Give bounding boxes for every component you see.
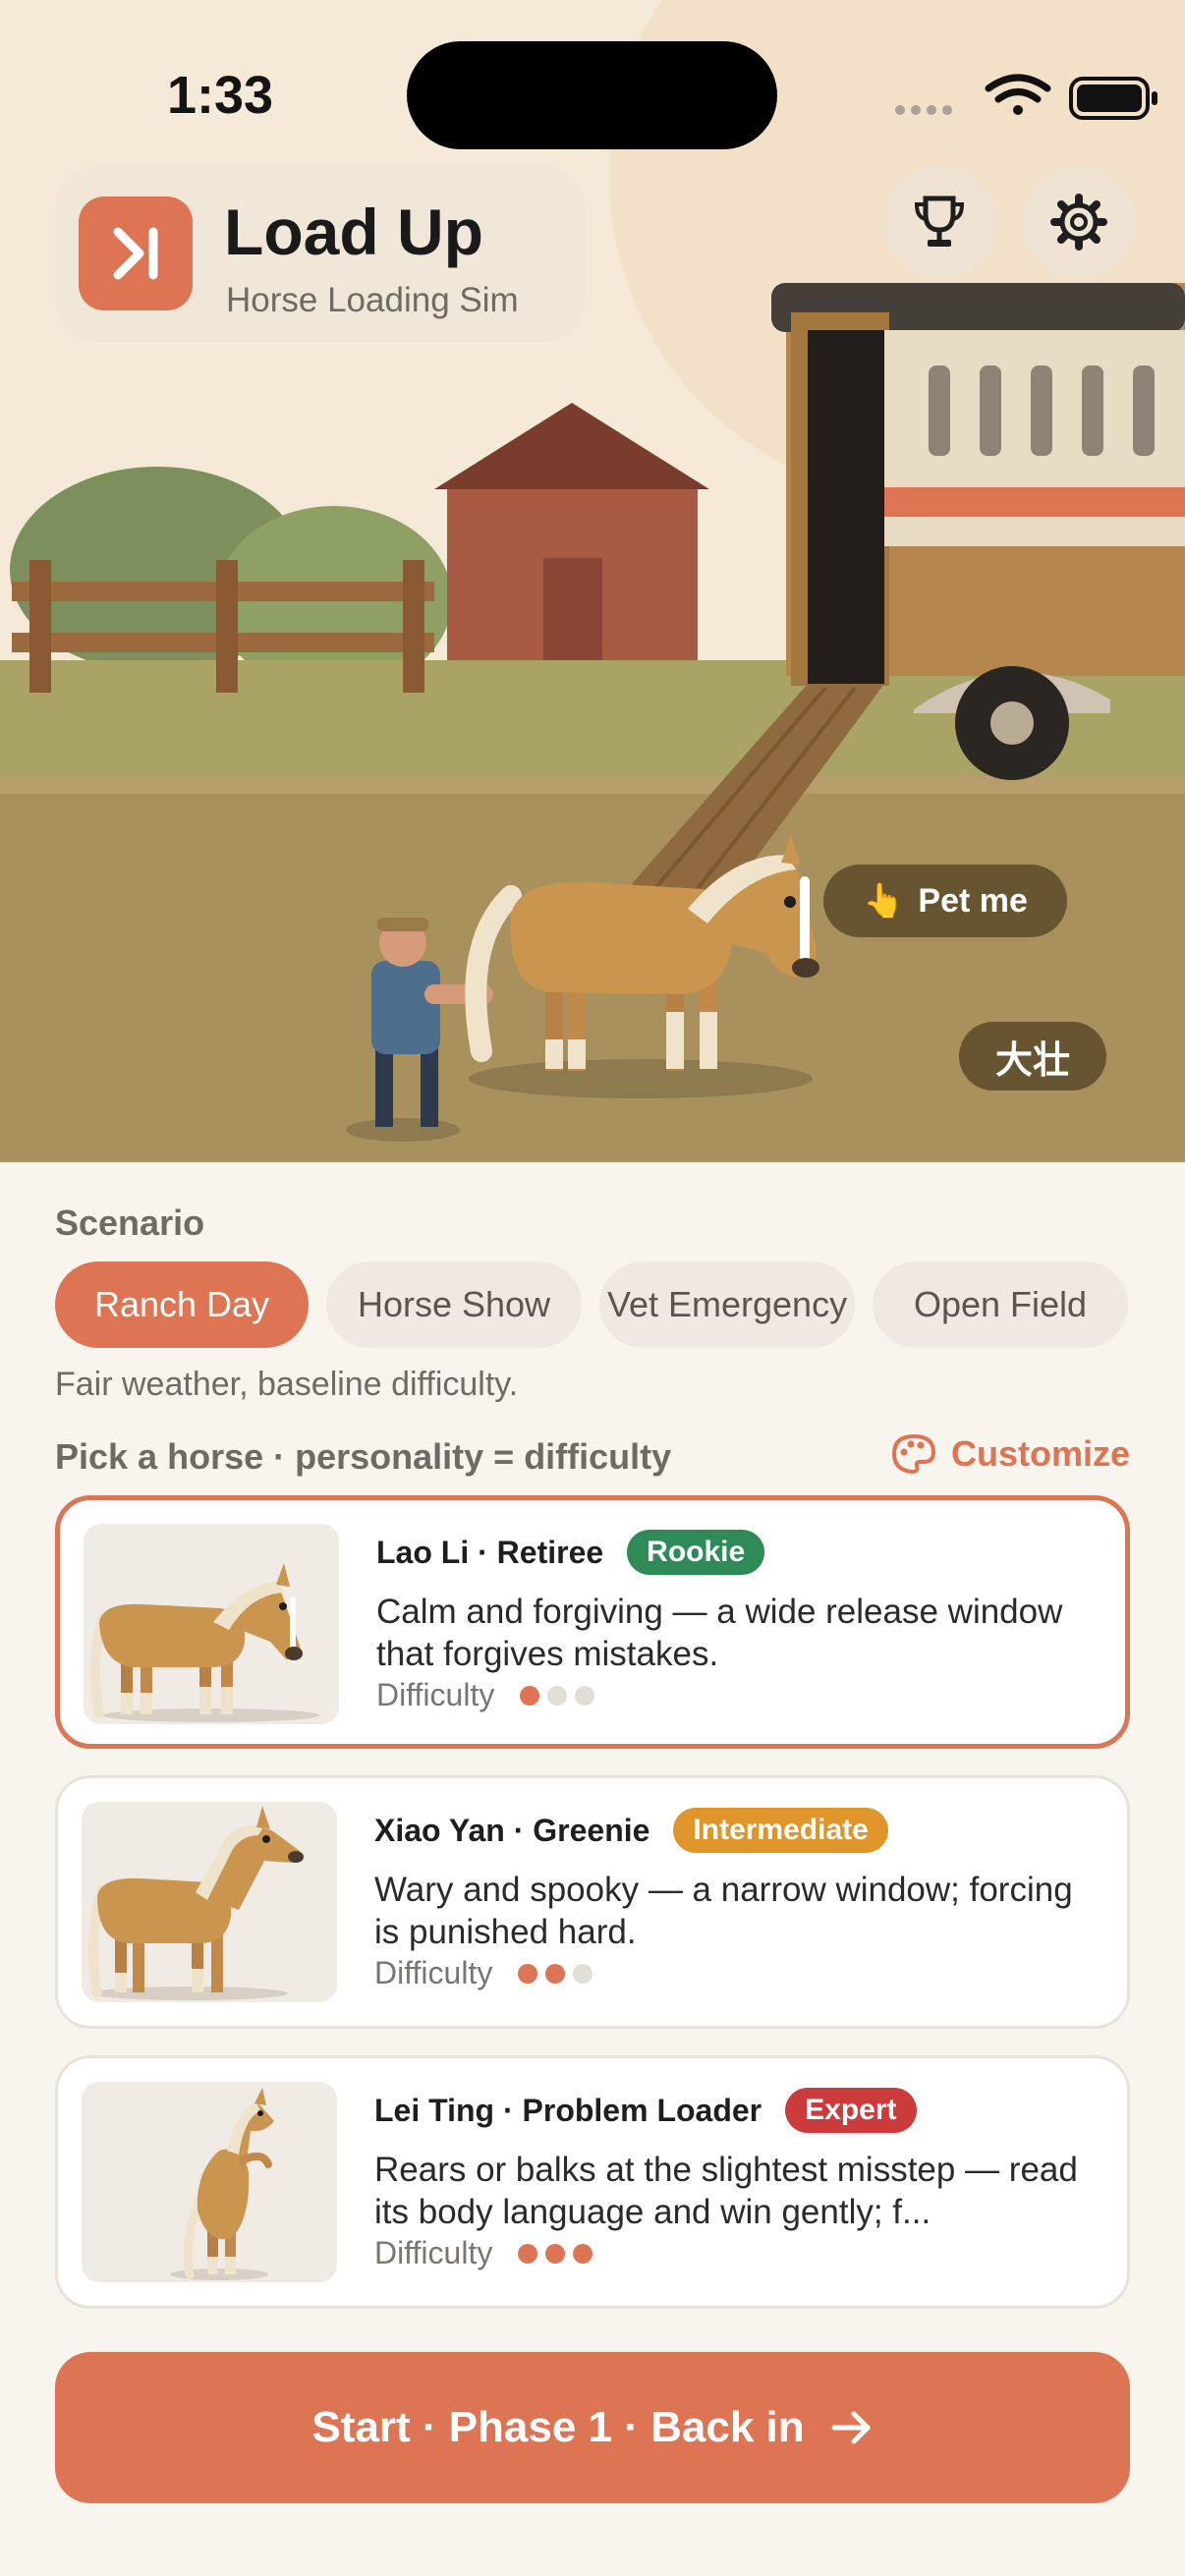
horse-description: Wary and spooky — a narrow window; forci…: [374, 1871, 1073, 1951]
difficulty-dot: [518, 1963, 538, 1984]
scenario-description: Fair weather, baseline difficulty.: [55, 1366, 519, 1403]
skip-forward-icon: [79, 196, 193, 310]
difficulty-dot: [547, 1685, 568, 1706]
difficulty-label: Difficulty: [374, 2235, 493, 2270]
horse-name: Lei Ting · Problem Loader: [374, 2092, 762, 2128]
status-time: 1:33: [167, 66, 274, 125]
difficulty-label: Difficulty: [376, 1677, 495, 1712]
trophy-button[interactable]: [882, 165, 996, 279]
horse-card-xiao-yan[interactable]: Xiao Yan · Greenie Intermediate Wary and…: [55, 1775, 1130, 2029]
level-badge: Intermediate: [673, 1808, 888, 1853]
horse-picker-label: Pick a horse · personality = difficulty: [55, 1436, 672, 1477]
settings-button[interactable]: [1022, 165, 1136, 279]
horse-name-tag: 大壮: [959, 1022, 1106, 1091]
horse-card-lao-li[interactable]: Lao Li · Retiree Rookie Calm and forgivi…: [55, 1495, 1130, 1749]
pet-me-button[interactable]: 👆 Pet me: [823, 865, 1067, 937]
difficulty-dot: [518, 2243, 538, 2264]
difficulty-dot: [520, 1685, 540, 1706]
palette-icon: [891, 1433, 935, 1475]
customize-label: Customize: [950, 1433, 1130, 1474]
wifi-icon: [985, 74, 1051, 115]
gear-icon: [1050, 194, 1107, 251]
pet-me-label: Pet me: [918, 881, 1028, 920]
trophy-icon: [914, 196, 965, 247]
customize-button[interactable]: Customize: [890, 1432, 1130, 1476]
scenario-selector: Ranch Day Horse Show Vet Emergency Open …: [55, 1261, 1130, 1348]
level-badge: Expert: [785, 2088, 917, 2133]
pointing-hand-icon: 👆: [863, 882, 905, 920]
horse-description: Rears or balks at the slightest misstep …: [374, 2151, 1078, 2231]
horse-name: Xiao Yan · Greenie: [374, 1812, 650, 1848]
scenario-label: Scenario: [55, 1203, 205, 1243]
battery-icon: [1069, 77, 1157, 120]
horse-name: Lao Li · Retiree: [376, 1534, 604, 1570]
scenario-chip-open-field[interactable]: Open Field: [873, 1261, 1128, 1348]
start-button[interactable]: Start · Phase 1 · Back in: [55, 2352, 1130, 2503]
start-button-label: Start · Phase 1 · Back in: [311, 2403, 805, 2451]
difficulty-dot: [545, 2243, 566, 2264]
difficulty-rating: Difficulty: [376, 1677, 595, 1713]
scenario-chip-ranch-day[interactable]: Ranch Day: [55, 1261, 309, 1348]
difficulty-dot: [545, 1963, 566, 1984]
scenario-chip-horse-show[interactable]: Horse Show: [326, 1261, 582, 1348]
level-badge: Rookie: [627, 1530, 765, 1575]
horse-card-lei-ting[interactable]: Lei Ting · Problem Loader Expert Rears o…: [55, 2055, 1130, 2309]
hero-scene[interactable]: 1:33 Load Up Horse Loading Sim 👆 Pet me …: [0, 0, 1185, 1162]
arrow-right-icon: [831, 2411, 871, 2444]
difficulty-rating: Difficulty: [374, 1955, 593, 1991]
horse-thumbnail: [82, 2082, 337, 2282]
horse-description: Calm and forgiving — a wide release wind…: [376, 1593, 1063, 1673]
horse-thumbnail: [84, 1524, 339, 1724]
difficulty-label: Difficulty: [374, 1955, 493, 1990]
app-brand: Load Up Horse Loading Sim: [55, 165, 586, 342]
difficulty-dot: [573, 2243, 593, 2264]
signal-icon: [895, 105, 952, 115]
difficulty-rating: Difficulty: [374, 2235, 593, 2271]
app-subtitle: Horse Loading Sim: [226, 281, 519, 319]
difficulty-dot: [573, 1963, 593, 1984]
status-icons: [895, 74, 1157, 120]
difficulty-dot: [575, 1685, 595, 1706]
dynamic-island: [407, 41, 777, 149]
scenario-chip-vet-emergency[interactable]: Vet Emergency: [599, 1261, 855, 1348]
horse-thumbnail: [82, 1802, 337, 2002]
app-title: Load Up: [224, 196, 483, 268]
